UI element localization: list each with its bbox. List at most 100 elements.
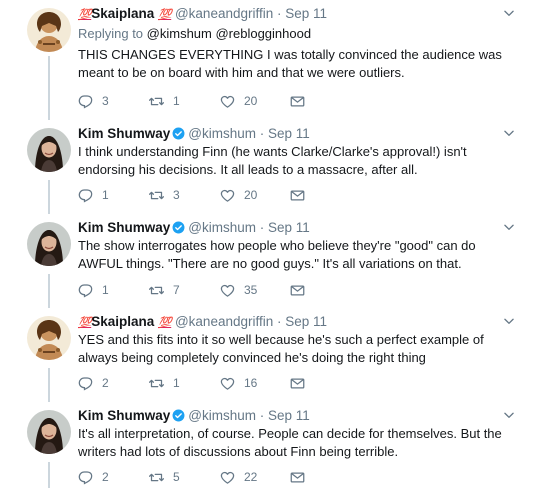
tweet[interactable]: Kim Shumway @kimshum · Sep 11 I think und… <box>0 120 540 214</box>
reply-icon <box>78 283 93 298</box>
handle[interactable]: @kimshum <box>188 220 256 235</box>
verified-badge-icon <box>172 127 185 140</box>
direct-message-icon <box>290 376 305 391</box>
replying-prefix: Replying to <box>78 26 147 41</box>
handle[interactable]: @kaneandgriffin <box>175 6 273 21</box>
retweet-count: 5 <box>173 470 180 484</box>
caret-down-icon[interactable] <box>502 126 516 140</box>
direct-message-button[interactable] <box>290 282 314 298</box>
retweet-icon <box>149 283 164 298</box>
like-icon <box>220 470 235 485</box>
like-button[interactable]: 20 <box>220 93 257 109</box>
replying-to: Replying to @kimshum @reblogginhood <box>78 26 311 41</box>
direct-message-icon <box>290 470 305 485</box>
hundred-points-emoji: 💯 <box>78 9 92 21</box>
like-button[interactable]: 16 <box>220 375 257 391</box>
reply-icon <box>78 94 93 109</box>
timestamp[interactable]: Sep 11 <box>285 6 327 21</box>
verified-badge-icon <box>172 409 185 422</box>
direct-message-icon <box>290 188 305 203</box>
hundred-points-emoji: 💯 <box>78 317 92 329</box>
tweet-text: YES and this fits into it so well becaus… <box>78 332 484 365</box>
timestamp[interactable]: Sep 11 <box>268 220 310 235</box>
timestamp[interactable]: Sep 11 <box>268 408 310 423</box>
like-icon <box>220 376 235 391</box>
tweet-text: It's all interpretation, of course. Peop… <box>78 426 502 459</box>
retweet-icon <box>149 470 164 485</box>
retweet-icon <box>149 376 164 391</box>
retweet-icon <box>149 94 164 109</box>
display-name[interactable]: Kim Shumway <box>78 126 170 141</box>
tweet-header: Kim Shumway @kimshum · Sep 11 <box>78 220 500 238</box>
tweet-text: I think understanding Finn (he wants Cla… <box>78 144 467 177</box>
caret-down-icon[interactable] <box>502 408 516 422</box>
retweet-button[interactable]: 7 <box>149 282 180 298</box>
reply-button[interactable]: 1 <box>78 282 109 298</box>
tweet[interactable]: Kim Shumway @kimshum · Sep 11 It's all in… <box>0 402 540 488</box>
avatar[interactable] <box>27 222 71 266</box>
tweet-header: 💯Skaiplana 💯 @kaneandgriffin · Sep 11 <box>78 314 500 332</box>
reply-count: 1 <box>102 283 109 297</box>
retweet-icon <box>149 188 164 203</box>
tweet[interactable]: Kim Shumway @kimshum · Sep 11 The show in… <box>0 214 540 308</box>
like-button[interactable]: 20 <box>220 187 257 203</box>
tweet-text: THIS CHANGES EVERYTHING I was totally co… <box>78 47 502 80</box>
tweet-header: Kim Shumway @kimshum · Sep 11 <box>78 126 500 144</box>
hundred-points-emoji: 💯 <box>158 9 172 21</box>
like-count: 20 <box>244 94 258 108</box>
direct-message-button[interactable] <box>290 469 314 485</box>
like-count: 35 <box>244 283 258 297</box>
separator: · <box>273 314 286 329</box>
avatar[interactable] <box>27 410 71 454</box>
direct-message-icon <box>290 94 305 109</box>
timestamp[interactable]: Sep 11 <box>285 314 327 329</box>
avatar[interactable] <box>27 8 71 52</box>
separator: · <box>273 6 286 21</box>
separator: · <box>256 408 268 423</box>
tweet[interactable]: 💯Skaiplana 💯 @kaneandgriffin · Sep 11 Re… <box>0 0 540 120</box>
like-button[interactable]: 35 <box>220 282 257 298</box>
reply-button[interactable]: 2 <box>78 375 109 391</box>
display-name[interactable]: Skaiplana <box>91 314 154 329</box>
retweet-button[interactable]: 3 <box>149 187 180 203</box>
display-name[interactable]: Skaiplana <box>91 6 154 21</box>
reply-button[interactable]: 1 <box>78 187 109 203</box>
like-count: 22 <box>244 470 258 484</box>
like-count: 16 <box>244 376 258 390</box>
avatar[interactable] <box>27 316 71 360</box>
caret-down-icon[interactable] <box>502 314 516 328</box>
retweet-button[interactable]: 5 <box>149 469 180 485</box>
direct-message-button[interactable] <box>290 93 314 109</box>
retweet-count: 1 <box>173 94 180 108</box>
replying-to-handles[interactable]: @kimshum @reblogginhood <box>147 26 311 41</box>
reply-count: 2 <box>102 376 109 390</box>
retweet-count: 7 <box>173 283 180 297</box>
reply-icon <box>78 470 93 485</box>
like-icon <box>220 188 235 203</box>
retweet-count: 1 <box>173 376 180 390</box>
display-name[interactable]: Kim Shumway <box>78 408 170 423</box>
avatar[interactable] <box>27 128 71 172</box>
caret-down-icon[interactable] <box>502 220 516 234</box>
retweet-button[interactable]: 1 <box>149 93 180 109</box>
separator: · <box>256 220 268 235</box>
like-button[interactable]: 22 <box>220 469 257 485</box>
timestamp[interactable]: Sep 11 <box>268 126 310 141</box>
reply-button[interactable]: 2 <box>78 469 109 485</box>
hundred-points-emoji: 💯 <box>158 317 172 329</box>
retweet-button[interactable]: 1 <box>149 375 180 391</box>
display-name[interactable]: Kim Shumway <box>78 220 170 235</box>
reply-count: 3 <box>102 94 109 108</box>
tweet[interactable]: 💯Skaiplana 💯 @kaneandgriffin · Sep 11 YE… <box>0 308 540 402</box>
handle[interactable]: @kimshum <box>188 408 256 423</box>
handle[interactable]: @kaneandgriffin <box>175 314 273 329</box>
handle[interactable]: @kimshum <box>188 126 256 141</box>
reply-button[interactable]: 3 <box>78 93 109 109</box>
like-icon <box>220 94 235 109</box>
reply-icon <box>78 376 93 391</box>
caret-down-icon[interactable] <box>502 6 516 20</box>
direct-message-icon <box>290 283 305 298</box>
reply-count: 1 <box>102 188 109 202</box>
direct-message-button[interactable] <box>290 375 314 391</box>
direct-message-button[interactable] <box>290 187 314 203</box>
